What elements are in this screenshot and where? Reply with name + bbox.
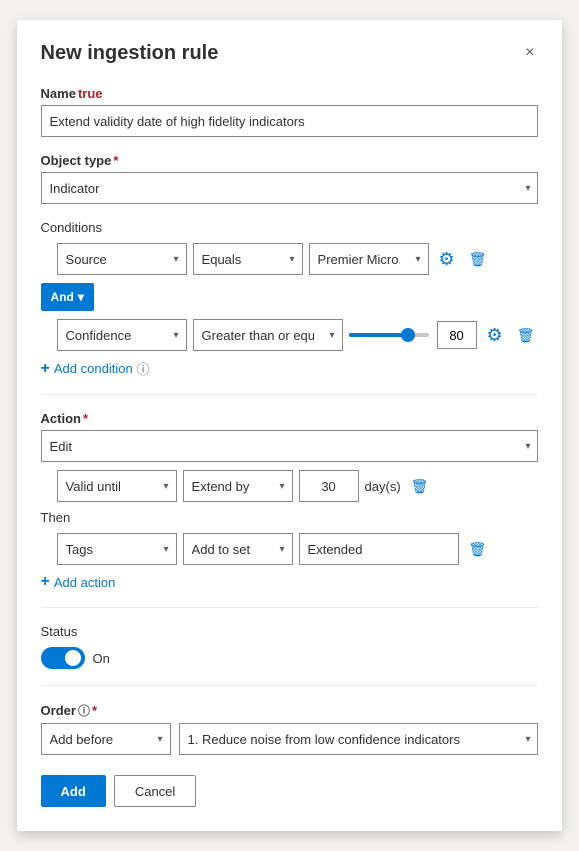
action1-unit-label: day(s) bbox=[365, 479, 401, 494]
confidence-slider[interactable] bbox=[349, 333, 429, 337]
close-button[interactable]: × bbox=[521, 40, 538, 66]
cancel-button[interactable]: Cancel bbox=[114, 775, 196, 807]
status-toggle[interactable] bbox=[41, 647, 85, 669]
name-input[interactable] bbox=[41, 105, 539, 137]
condition2-delete-button[interactable]: 🗑 bbox=[513, 323, 539, 348]
add-action-plus-icon: + bbox=[41, 573, 50, 591]
condition1-operator-select[interactable]: Equals bbox=[193, 243, 303, 275]
add-condition-plus-icon: + bbox=[41, 360, 50, 378]
toggle-slider bbox=[41, 647, 85, 669]
action2-field-select[interactable]: Tags bbox=[57, 533, 177, 565]
condition-row-1: Source ▾ Equals ▾ Premier Micro... ▾ ⚙ 🗑 bbox=[57, 243, 539, 275]
name-label: Name true bbox=[41, 86, 539, 101]
confidence-value-input[interactable] bbox=[437, 321, 477, 349]
action-section: Action * Edit ▾ Valid until ▾ Extend by … bbox=[41, 411, 539, 591]
action-row-2: Tags ▾ Add to set ▾ 🗑 bbox=[57, 533, 539, 565]
order-section: Order ⓘ * Add before Add after ▾ 1. Redu… bbox=[41, 702, 539, 755]
order-info-icon: ⓘ bbox=[78, 702, 90, 719]
condition2-operator-select[interactable]: Greater than or equal bbox=[193, 319, 343, 351]
condition1-value-select[interactable]: Premier Micro... bbox=[309, 243, 429, 275]
action-required: * bbox=[83, 411, 88, 426]
divider-1 bbox=[41, 394, 539, 395]
action2-value-input[interactable] bbox=[299, 533, 459, 565]
status-section: Status On bbox=[41, 624, 539, 669]
add-condition-info-icon: ⓘ bbox=[137, 359, 150, 378]
action1-operator-select[interactable]: Extend by bbox=[183, 470, 293, 502]
object-type-field-group: Object type * Indicator ▾ bbox=[41, 153, 539, 204]
object-type-required: * bbox=[113, 153, 118, 168]
and-chevron-icon: ▾ bbox=[78, 290, 84, 304]
toggle-container: On bbox=[41, 647, 539, 669]
footer-buttons: Add Cancel bbox=[41, 775, 539, 807]
divider-3 bbox=[41, 685, 539, 686]
condition1-delete-button[interactable]: 🗑 bbox=[465, 247, 491, 272]
order-required: * bbox=[92, 703, 97, 718]
name-required: true bbox=[78, 86, 103, 101]
add-condition-button[interactable]: + Add condition ⓘ bbox=[41, 359, 150, 378]
add-action-button[interactable]: + Add action bbox=[41, 573, 116, 591]
status-label: Status bbox=[41, 624, 539, 639]
action-row-1: Valid until ▾ Extend by ▾ day(s) 🗑 bbox=[57, 470, 539, 502]
condition2-settings-button[interactable]: ⚙ bbox=[483, 321, 507, 350]
divider-2 bbox=[41, 607, 539, 608]
dialog-title: New ingestion rule bbox=[41, 42, 219, 65]
condition-row-2: Confidence ▾ Greater than or equal ▾ ⚙ 🗑 bbox=[57, 319, 539, 351]
condition2-field-select[interactable]: Confidence bbox=[57, 319, 187, 351]
conditions-label: Conditions bbox=[41, 220, 539, 235]
object-type-select[interactable]: Indicator bbox=[41, 172, 539, 204]
action2-operator-select[interactable]: Add to set bbox=[183, 533, 293, 565]
action1-field-select[interactable]: Valid until bbox=[57, 470, 177, 502]
action-type-select[interactable]: Edit bbox=[41, 430, 539, 462]
add-button[interactable]: Add bbox=[41, 775, 106, 807]
conditions-section: Conditions Source ▾ Equals ▾ Premier Mic… bbox=[41, 220, 539, 378]
condition1-field-select[interactable]: Source bbox=[57, 243, 187, 275]
new-ingestion-rule-dialog: New ingestion rule × Name true Object ty… bbox=[17, 20, 563, 831]
add-condition-label: Add condition bbox=[54, 361, 133, 376]
name-field-group: Name true bbox=[41, 86, 539, 137]
action-label: Action * bbox=[41, 411, 539, 426]
action1-delete-button[interactable]: 🗑 bbox=[407, 474, 433, 499]
order-position-select[interactable]: Add before Add after bbox=[41, 723, 171, 755]
then-label: Then bbox=[41, 510, 539, 525]
and-connector-button[interactable]: And ▾ bbox=[41, 283, 94, 311]
order-row: Add before Add after ▾ 1. Reduce noise f… bbox=[41, 723, 539, 755]
order-rule-select[interactable]: 1. Reduce noise from low confidence indi… bbox=[179, 723, 539, 755]
action1-number-input[interactable] bbox=[299, 470, 359, 502]
confidence-slider-container bbox=[349, 321, 477, 349]
object-type-label: Object type * bbox=[41, 153, 539, 168]
order-label: Order ⓘ * bbox=[41, 702, 539, 719]
status-on-label: On bbox=[93, 651, 110, 666]
add-action-label: Add action bbox=[54, 575, 115, 590]
condition1-settings-button[interactable]: ⚙ bbox=[435, 245, 459, 274]
action2-delete-button[interactable]: 🗑 bbox=[465, 537, 491, 562]
dialog-header: New ingestion rule × bbox=[41, 40, 539, 66]
